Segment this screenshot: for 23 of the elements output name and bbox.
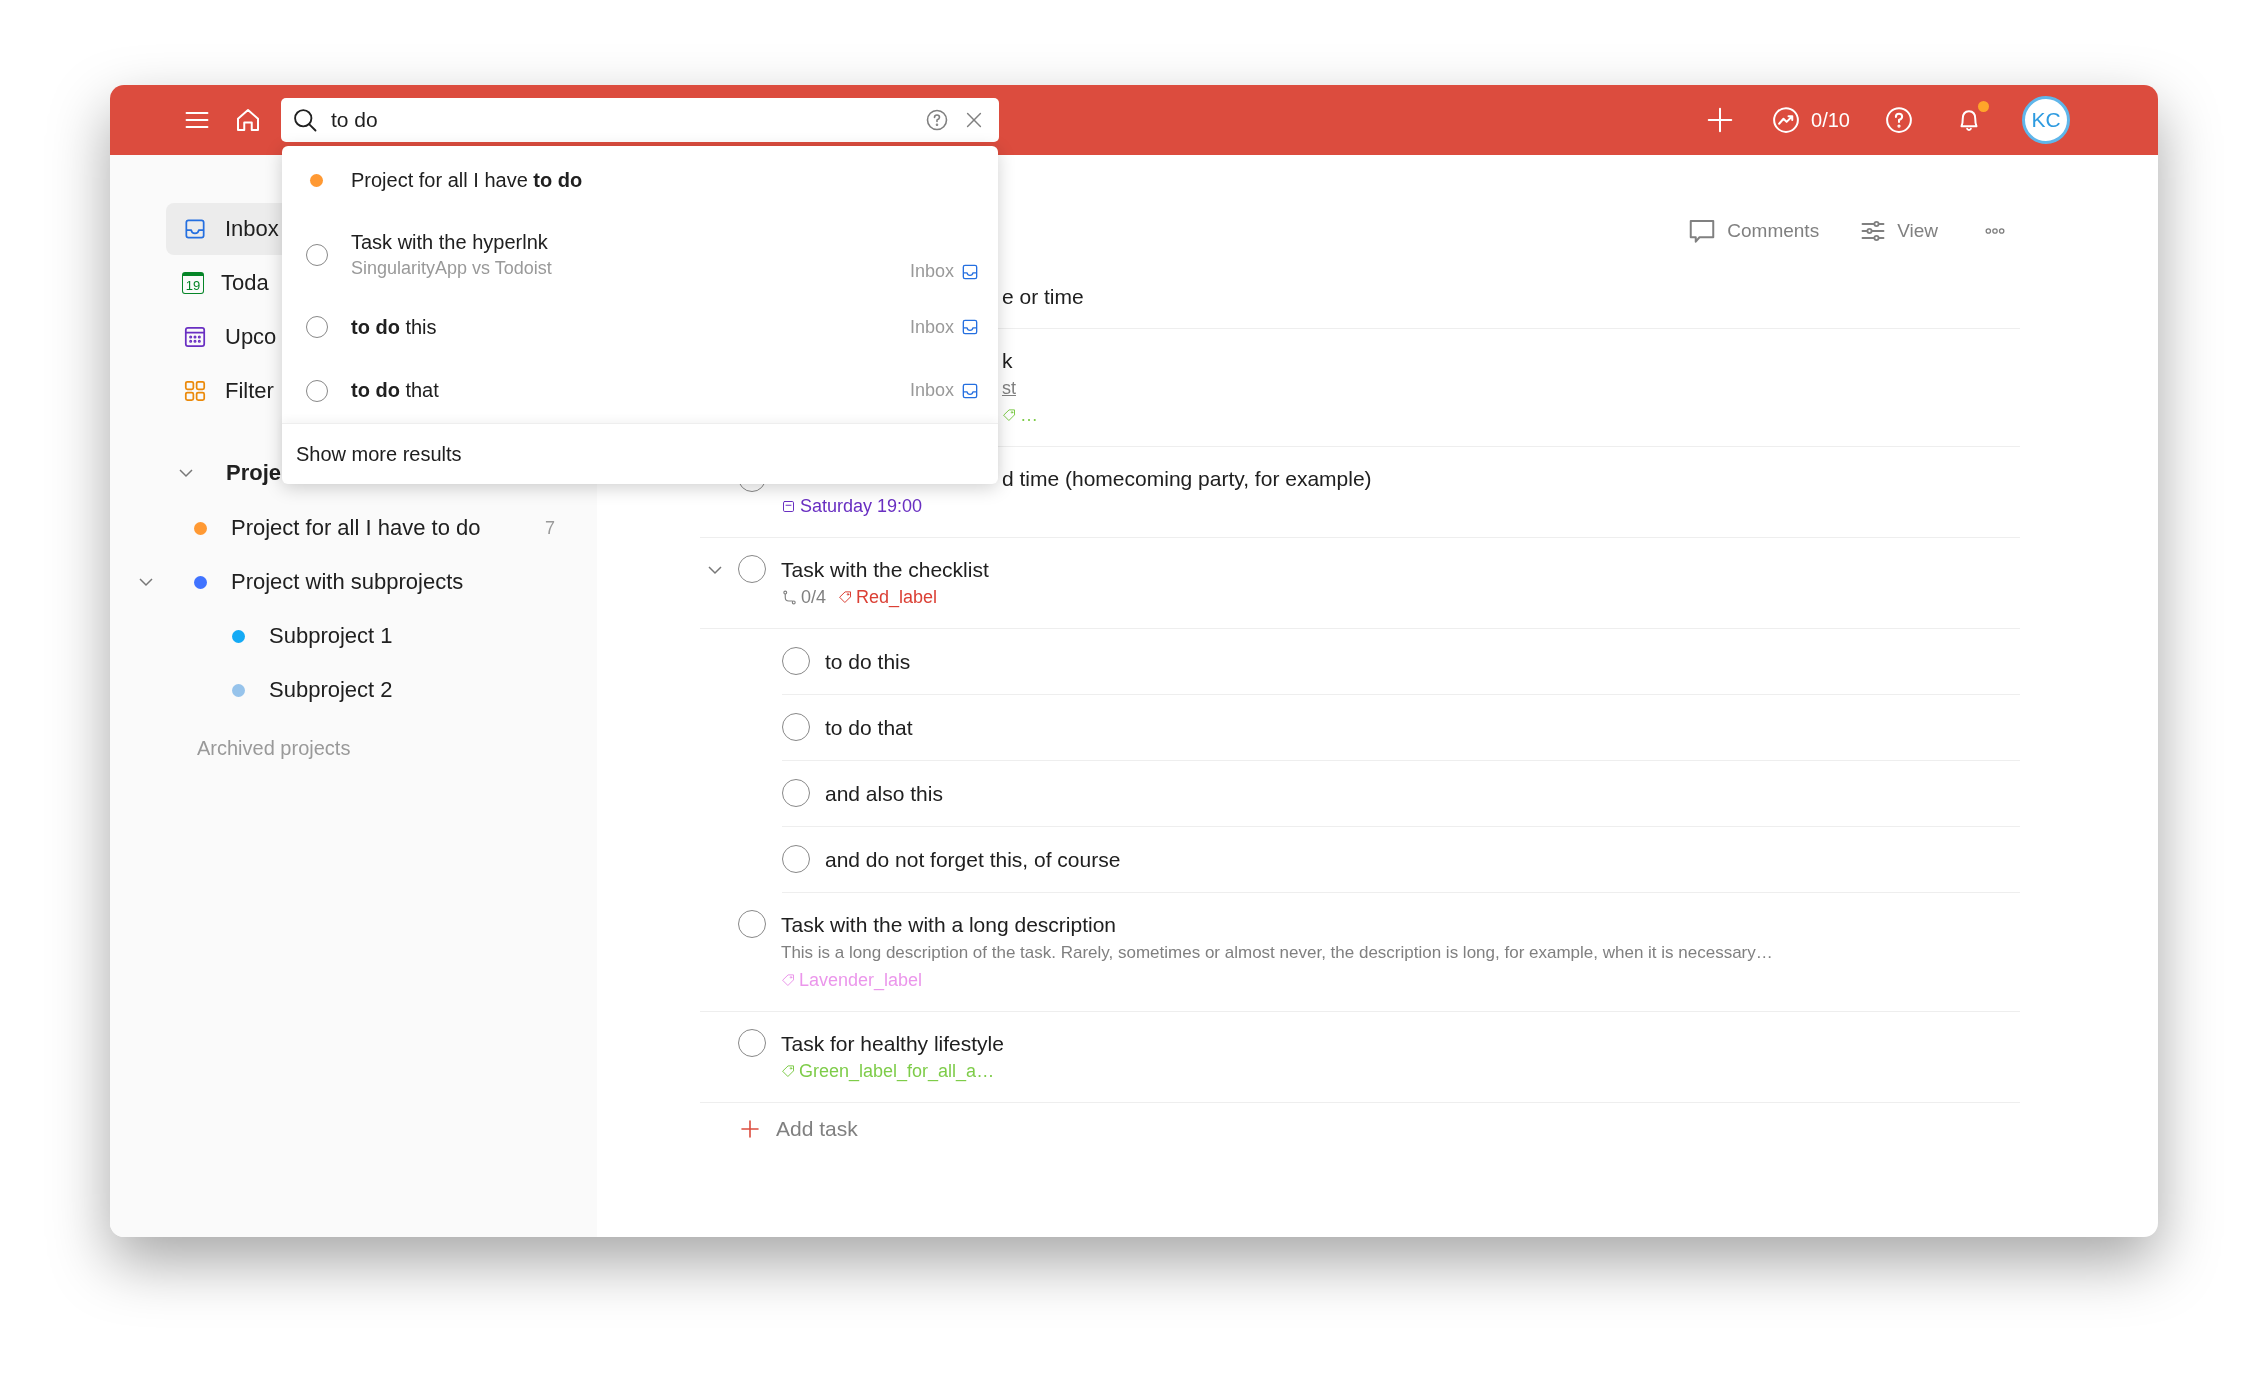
task-title: to do that — [825, 715, 914, 741]
task-title: Task with the checklist — [781, 557, 990, 583]
result-title: Project for all I have to do — [351, 168, 584, 192]
project-name: Inbox — [909, 261, 954, 282]
task-title: and also this — [825, 781, 944, 807]
task-title: Task with the with a long description — [781, 912, 1117, 938]
result-title: Task with the hyperlnk — [351, 231, 549, 254]
task-title: Task for healthy lifestyle — [781, 1031, 1005, 1057]
task-title: and do not forget this, of course — [825, 847, 1122, 873]
project-name: Inbox — [909, 316, 954, 338]
due-date: Saturday 19:00 — [781, 493, 923, 520]
calendar-icon: 19 — [182, 272, 204, 294]
task-title: to do this — [825, 649, 912, 675]
result-subtitle: SingularityApp vs Todoist — [351, 258, 553, 279]
result-title: to do that — [351, 379, 440, 402]
task-description: This is a long description of the task. Rarely, sometimes or almost never, the description is long, for example, when it is necessary… — [781, 942, 1774, 964]
task-count: 7 — [545, 517, 556, 539]
task-title: k — [1002, 348, 1014, 374]
subtask-count: 0/4 — [781, 584, 827, 611]
task-title: d time (homecoming party, for example) — [1002, 466, 1373, 492]
project-name: Inbox — [909, 380, 954, 401]
task-title: e or time — [1002, 284, 1085, 310]
result-title: to do this — [351, 315, 438, 339]
